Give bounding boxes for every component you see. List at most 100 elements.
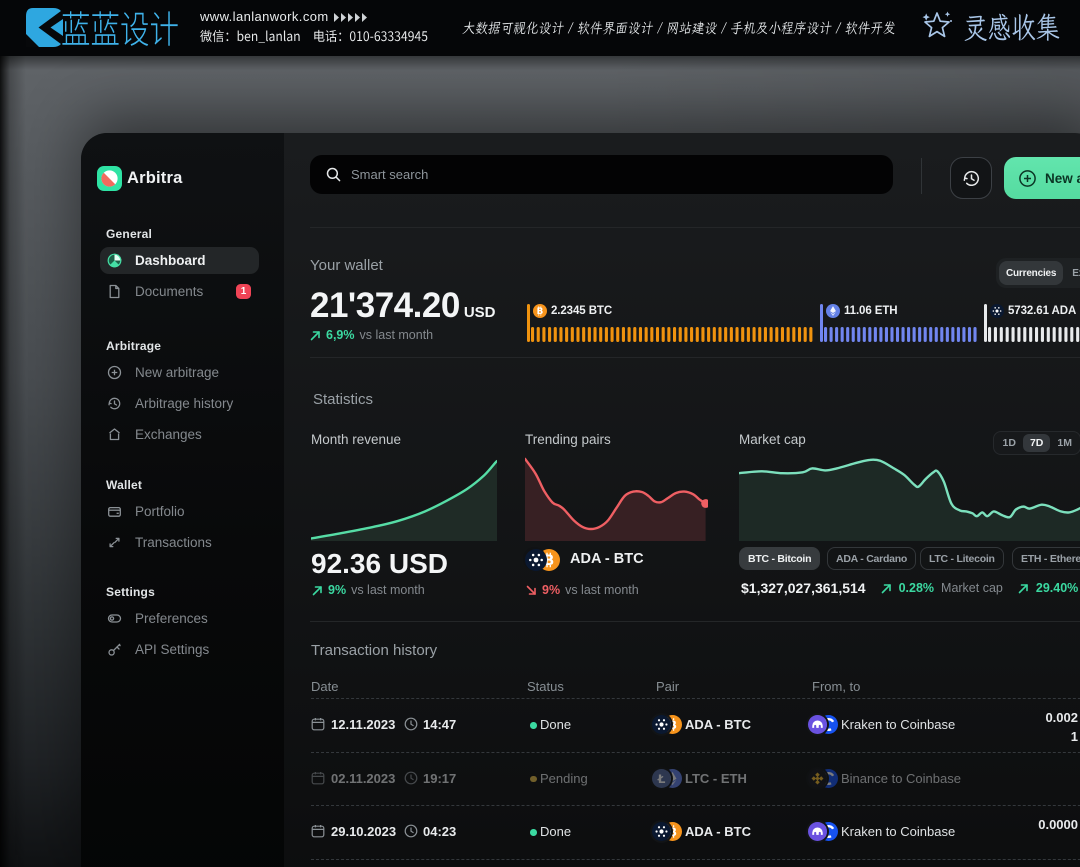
tab-exchanges[interactable]: Exchanges bbox=[1065, 261, 1080, 285]
trend-up-icon bbox=[312, 585, 323, 596]
sidebar-section-settings: Settings bbox=[106, 585, 155, 599]
coin-pill-ltc[interactable]: LTC - Litecoin bbox=[920, 547, 1004, 570]
column-pair: Pair bbox=[656, 679, 679, 694]
pair-icons: B bbox=[652, 715, 681, 739]
tx-route: Kraken to Coinbase bbox=[841, 717, 955, 732]
ada-coin-icon bbox=[525, 549, 544, 568]
sidebar-item-transactions[interactable]: Transactions bbox=[100, 529, 259, 556]
clock-icon bbox=[404, 824, 418, 838]
banner-arrows bbox=[334, 13, 370, 22]
coin-pill-eth[interactable]: ETH - Ethereum bbox=[1012, 547, 1080, 570]
history-button[interactable] bbox=[950, 157, 992, 199]
wallet-segment-btc: B 2.2345 BTC bbox=[527, 304, 820, 342]
status-badge: Done bbox=[540, 824, 571, 839]
route-icons bbox=[808, 715, 837, 739]
month-revenue-value: 92.36 USD bbox=[311, 548, 448, 580]
trending-pair-name: ADA - BTC bbox=[570, 551, 644, 567]
table-row[interactable]: 02.11.2023 19:17 Pending Ł LTC - ETH Bin… bbox=[284, 752, 1080, 805]
sidebar-item-documents[interactable]: Documents1 bbox=[100, 278, 259, 305]
btc-coin-icon: B bbox=[533, 304, 547, 318]
trend-up-icon bbox=[310, 330, 321, 341]
document-icon bbox=[107, 284, 122, 299]
dashboard-card: Arbitra General Dashboard Documents1 Arb… bbox=[81, 133, 1080, 867]
arbitra-logo-icon bbox=[97, 166, 122, 191]
pair-icons: Ł bbox=[652, 769, 681, 793]
section-divider bbox=[310, 357, 1080, 358]
history-icon bbox=[107, 396, 122, 411]
sparkle-star-icon bbox=[920, 9, 954, 41]
banner-website: www.lanlanwork.com bbox=[200, 9, 329, 24]
coin-pair-icons: B bbox=[652, 822, 681, 841]
table-row[interactable]: 29.10.2023 04:23 Done B ADA - BTC Kraken… bbox=[284, 805, 1080, 858]
market-cap-value: $1,327,027,361,514 bbox=[741, 580, 866, 596]
table-row[interactable]: 12.11.2023 14:47 Done B ADA - BTC Kraken… bbox=[284, 698, 1080, 751]
cap-label: Market cap bbox=[941, 581, 1003, 595]
sidebar-section-arbitrage: Arbitrage bbox=[106, 339, 161, 353]
search-bar[interactable] bbox=[310, 155, 893, 194]
header-divider bbox=[921, 158, 922, 194]
tx-route: Binance to Coinbase bbox=[841, 771, 961, 786]
new-arbitrage-button[interactable]: New arbitrage bbox=[1004, 157, 1080, 199]
plus-circle-icon bbox=[107, 365, 122, 380]
banner-brand-text bbox=[61, 7, 186, 49]
tx-date: 12.11.2023 bbox=[331, 717, 395, 732]
column-fromto: From, to bbox=[812, 679, 860, 694]
trend-down-icon bbox=[526, 585, 537, 596]
trending-pairs-change: 9% vs last month bbox=[526, 583, 639, 597]
range-tab-7d[interactable]: 7D bbox=[1023, 434, 1049, 452]
calendar-icon bbox=[311, 717, 325, 731]
coin-pair-icons: B bbox=[652, 715, 681, 734]
coin-pill-ada[interactable]: ADA - Cardano bbox=[827, 547, 916, 570]
trend-up-icon bbox=[1018, 583, 1029, 594]
sidebar-item-dashboard[interactable]: Dashboard bbox=[100, 247, 259, 274]
wallet-amount: 21'374.20USD bbox=[310, 286, 495, 326]
status-badge: Pending bbox=[540, 771, 588, 786]
trending-pairs-label: Trending pairs bbox=[525, 432, 611, 447]
market-cap-stats: $1,327,027,361,514 0.28% Market cap 29.4… bbox=[741, 580, 1080, 596]
collect-icon bbox=[920, 9, 954, 41]
exchange-icon bbox=[107, 427, 122, 442]
wallet-change: 6,9% vs last month bbox=[310, 328, 433, 342]
trending-pair-icons: B bbox=[525, 549, 559, 576]
sidebar-item-arbitrage-history[interactable]: Arbitrage history bbox=[100, 390, 259, 417]
coin-pair-icons bbox=[808, 715, 837, 734]
tx-amount: 0.0000 bbox=[989, 816, 1078, 835]
sidebar-item-exchanges[interactable]: Exchanges bbox=[100, 421, 259, 448]
range-tab-1m[interactable]: 1M bbox=[1051, 434, 1079, 452]
tx-date: 02.11.2023 bbox=[331, 771, 395, 786]
banner-contact bbox=[200, 27, 435, 45]
toggle-icon bbox=[107, 611, 122, 626]
range-tabs: 1D 7D 1M bbox=[993, 431, 1080, 455]
status-dot bbox=[530, 776, 537, 783]
calendar-icon bbox=[311, 824, 325, 838]
banner-menu[interactable] bbox=[460, 14, 905, 40]
kraken-coin-icon bbox=[808, 822, 827, 841]
calendar-icon bbox=[311, 771, 325, 785]
sidebar-item-preferences[interactable]: Preferences bbox=[100, 605, 259, 632]
range-tab-1d[interactable]: 1D bbox=[996, 434, 1022, 452]
clock-icon bbox=[404, 717, 418, 731]
coin-pill-btc[interactable]: BTC - Bitcoin bbox=[739, 547, 820, 570]
coin-pair-icons: B bbox=[525, 549, 559, 571]
tab-currencies[interactable]: Currencies bbox=[999, 261, 1063, 285]
banner-collect-text[interactable] bbox=[962, 11, 1067, 45]
sidebar-item-portfolio[interactable]: Portfolio bbox=[100, 498, 259, 525]
sidebar-item-new-arbitrage[interactable]: New arbitrage bbox=[100, 359, 259, 386]
coin-pills: BTC - Bitcoin ADA - Cardano LTC - Liteco… bbox=[739, 547, 1080, 570]
statistics-title: Statistics bbox=[313, 391, 373, 408]
lanlan-logo-icon bbox=[26, 8, 63, 47]
wallet-segment-amount: 2.2345 BTC bbox=[551, 305, 612, 317]
tx-pair: ADA - BTC bbox=[685, 717, 751, 732]
tx-amount: 0.0021 bbox=[989, 709, 1078, 746]
sidebar-section-wallet: Wallet bbox=[106, 478, 142, 492]
segment-label: 11.06 ETH bbox=[826, 304, 897, 318]
tx-date: 29.10.2023 bbox=[331, 824, 396, 839]
binance-coin-icon bbox=[808, 769, 827, 788]
route-icons bbox=[808, 822, 837, 846]
wallet-segment-amount: 5732.61 ADA bbox=[1008, 305, 1076, 317]
sidebar-item-api-settings[interactable]: API Settings bbox=[100, 636, 259, 663]
search-input[interactable] bbox=[351, 167, 831, 182]
tx-pair: LTC - ETH bbox=[685, 771, 747, 786]
ltc-coin-icon: Ł bbox=[652, 769, 671, 788]
row-divider bbox=[311, 859, 1080, 860]
